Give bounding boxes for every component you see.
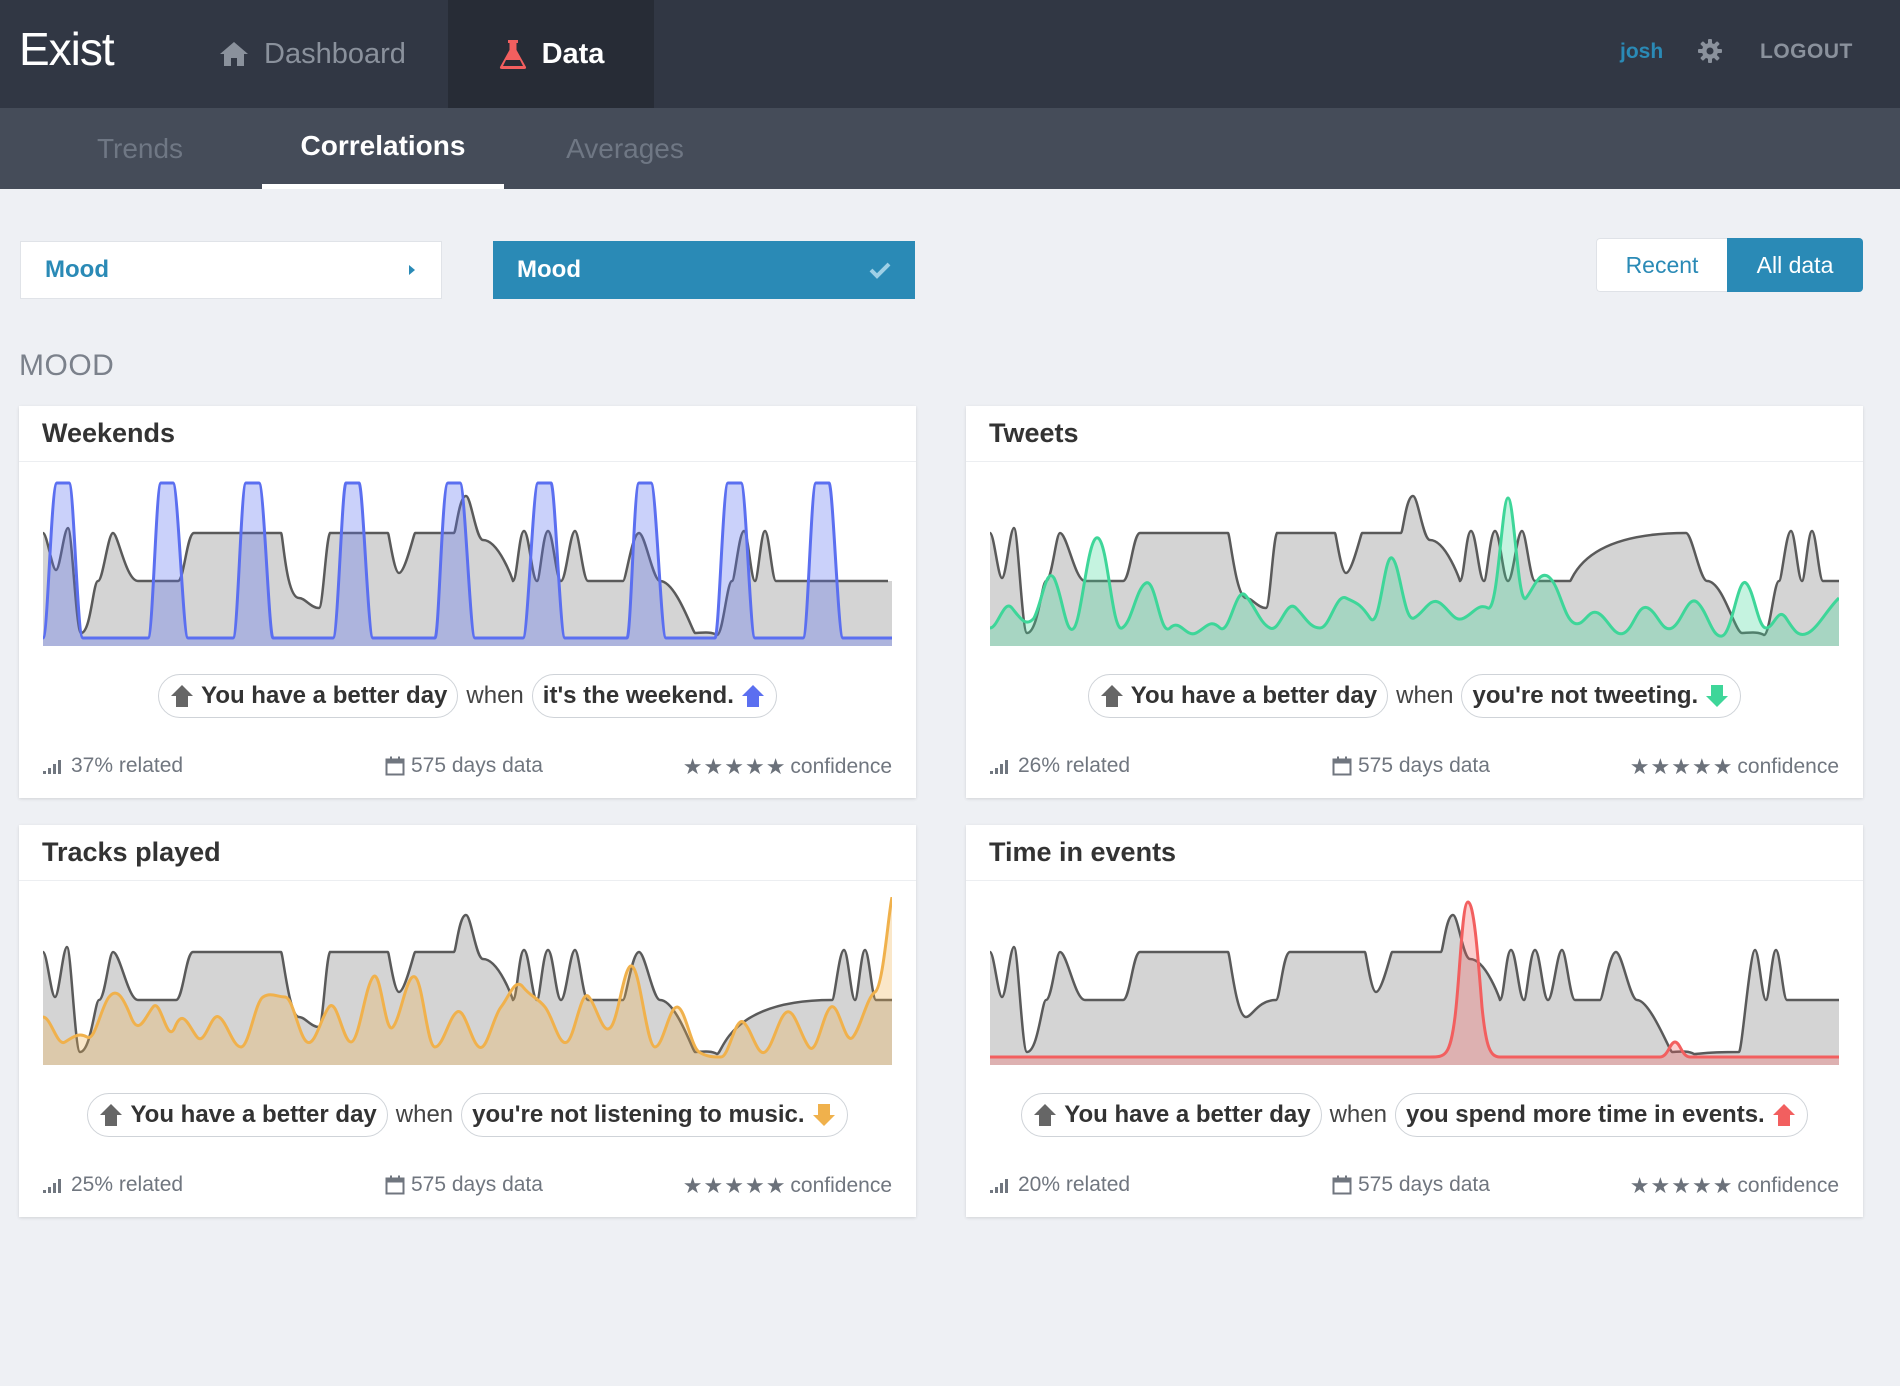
nav-tab-dashboard-label: Dashboard [264, 37, 406, 70]
condition-pill: you're not listening to music. [461, 1093, 848, 1137]
app-logo[interactable]: Exist [19, 22, 115, 76]
card-title: Tweets [966, 406, 1863, 462]
card-title: Time in events [966, 825, 1863, 881]
correlation-sentence: You have a better day when you're not li… [19, 1093, 916, 1137]
flask-icon [499, 40, 526, 69]
correlation-chart [43, 481, 892, 646]
range-toggle: Recent All data [1596, 238, 1863, 292]
nav-tab-dashboard[interactable]: Dashboard [218, 0, 448, 108]
condition-pill: it's the weekend. [531, 674, 777, 718]
days-label: 575 days data [411, 754, 543, 777]
card-meta: 20% related 575 days data ★★★★★ confidenc… [990, 1173, 1839, 1201]
outcome-pill: You have a better day [1087, 674, 1389, 718]
confidence-stars: ★★★★★ [682, 754, 787, 779]
related-label: 20% related [1018, 1173, 1131, 1196]
correlation-chart [990, 494, 1839, 646]
related-label: 25% related [71, 1173, 184, 1196]
card-title: Weekends [19, 406, 916, 462]
arrow-up-icon [741, 685, 764, 707]
correlation-card-weekends[interactable]: Weekends You have a better day when it's… [19, 406, 916, 798]
signal-icon [990, 1179, 1008, 1193]
correlation-chart [43, 897, 892, 1065]
confidence-label: confidence [1737, 1174, 1839, 1197]
outcome-label: You have a better day [201, 682, 448, 709]
calendar-icon [1332, 756, 1352, 776]
correlation-sentence: You have a better day when it's the week… [19, 674, 916, 718]
user-link[interactable]: josh [1620, 40, 1663, 64]
confidence-label: confidence [1737, 755, 1839, 778]
calendar-icon [1332, 1175, 1352, 1195]
attribute-select-right[interactable]: Mood [493, 241, 915, 299]
condition-label: it's the weekend. [542, 682, 734, 709]
when-label: when [1396, 682, 1454, 709]
arrow-up-icon [171, 685, 194, 707]
related-label: 37% related [71, 754, 184, 777]
tab-correlations[interactable]: Correlations [262, 108, 504, 189]
arrow-up-icon [100, 1104, 123, 1126]
card-meta: 25% related 575 days data ★★★★★ confidenc… [43, 1173, 892, 1201]
arrow-up-icon [1100, 685, 1123, 707]
confidence-stars: ★★★★★ [682, 1173, 787, 1198]
correlation-card-tracks-played[interactable]: Tracks played You have a better day when… [19, 825, 916, 1217]
attribute-select-left[interactable]: Mood [20, 241, 442, 299]
gear-icon[interactable] [1697, 38, 1723, 64]
calendar-icon [385, 756, 405, 776]
condition-label: you're not listening to music. [472, 1101, 805, 1128]
card-meta: 37% related 575 days data ★★★★★ confidenc… [43, 754, 892, 782]
condition-label: you're not tweeting. [1472, 682, 1699, 709]
outcome-label: You have a better day [1064, 1101, 1311, 1128]
related-label: 26% related [1018, 754, 1131, 777]
days-label: 575 days data [411, 1173, 543, 1196]
sub-navbar: Trends Correlations Averages [0, 108, 1900, 189]
tab-trends[interactable]: Trends [60, 108, 220, 189]
arrow-down-icon [812, 1104, 835, 1126]
home-icon [220, 42, 248, 66]
condition-pill: you're not tweeting. [1461, 674, 1742, 718]
logout-button[interactable]: LOGOUT [1760, 40, 1853, 64]
correlation-sentence: You have a better day when you're not tw… [966, 674, 1863, 718]
arrow-up-icon [1772, 1104, 1795, 1126]
attribute-select-left-label: Mood [45, 256, 109, 283]
nav-tab-data[interactable]: Data [448, 0, 654, 108]
calendar-icon [385, 1175, 405, 1195]
caret-right-icon [409, 265, 415, 275]
top-navbar: Exist Dashboard Data josh LOGOUT [0, 0, 1900, 108]
signal-icon [43, 1179, 61, 1193]
arrow-up-icon [1034, 1104, 1057, 1126]
correlation-chart [990, 900, 1839, 1065]
confidence-stars: ★★★★★ [1629, 1173, 1734, 1198]
nav-tab-data-label: Data [541, 37, 605, 70]
when-label: when [1329, 1101, 1387, 1128]
attribute-select-right-label: Mood [517, 256, 581, 283]
days-label: 575 days data [1358, 1173, 1490, 1196]
outcome-label: You have a better day [130, 1101, 377, 1128]
outcome-pill: You have a better day [158, 674, 459, 718]
confidence-stars: ★★★★★ [1629, 754, 1734, 779]
outcome-pill: You have a better day [1021, 1093, 1322, 1137]
tab-averages[interactable]: Averages [540, 108, 710, 189]
arrow-down-icon [1706, 685, 1729, 707]
correlation-card-tweets[interactable]: Tweets You have a better day when you're… [966, 406, 1863, 798]
confidence-label: confidence [790, 755, 892, 778]
recent-button[interactable]: Recent [1596, 238, 1727, 292]
when-label: when [466, 682, 524, 709]
condition-label: you spend more time in events. [1405, 1101, 1765, 1128]
card-meta: 26% related 575 days data ★★★★★ confidenc… [990, 754, 1839, 782]
correlation-card-time-in-events[interactable]: Time in events You have a better day whe… [966, 825, 1863, 1217]
signal-icon [990, 760, 1008, 774]
all-data-button[interactable]: All data [1727, 238, 1863, 292]
confidence-label: confidence [790, 1174, 892, 1197]
outcome-pill: You have a better day [87, 1093, 388, 1137]
correlation-sentence: You have a better day when you spend mor… [966, 1093, 1863, 1137]
condition-pill: you spend more time in events. [1394, 1093, 1808, 1137]
when-label: when [395, 1101, 454, 1128]
card-title: Tracks played [19, 825, 916, 881]
signal-icon [43, 760, 61, 774]
section-title: MOOD [19, 349, 115, 382]
check-icon [869, 262, 891, 279]
outcome-label: You have a better day [1130, 682, 1378, 709]
days-label: 575 days data [1358, 754, 1490, 777]
